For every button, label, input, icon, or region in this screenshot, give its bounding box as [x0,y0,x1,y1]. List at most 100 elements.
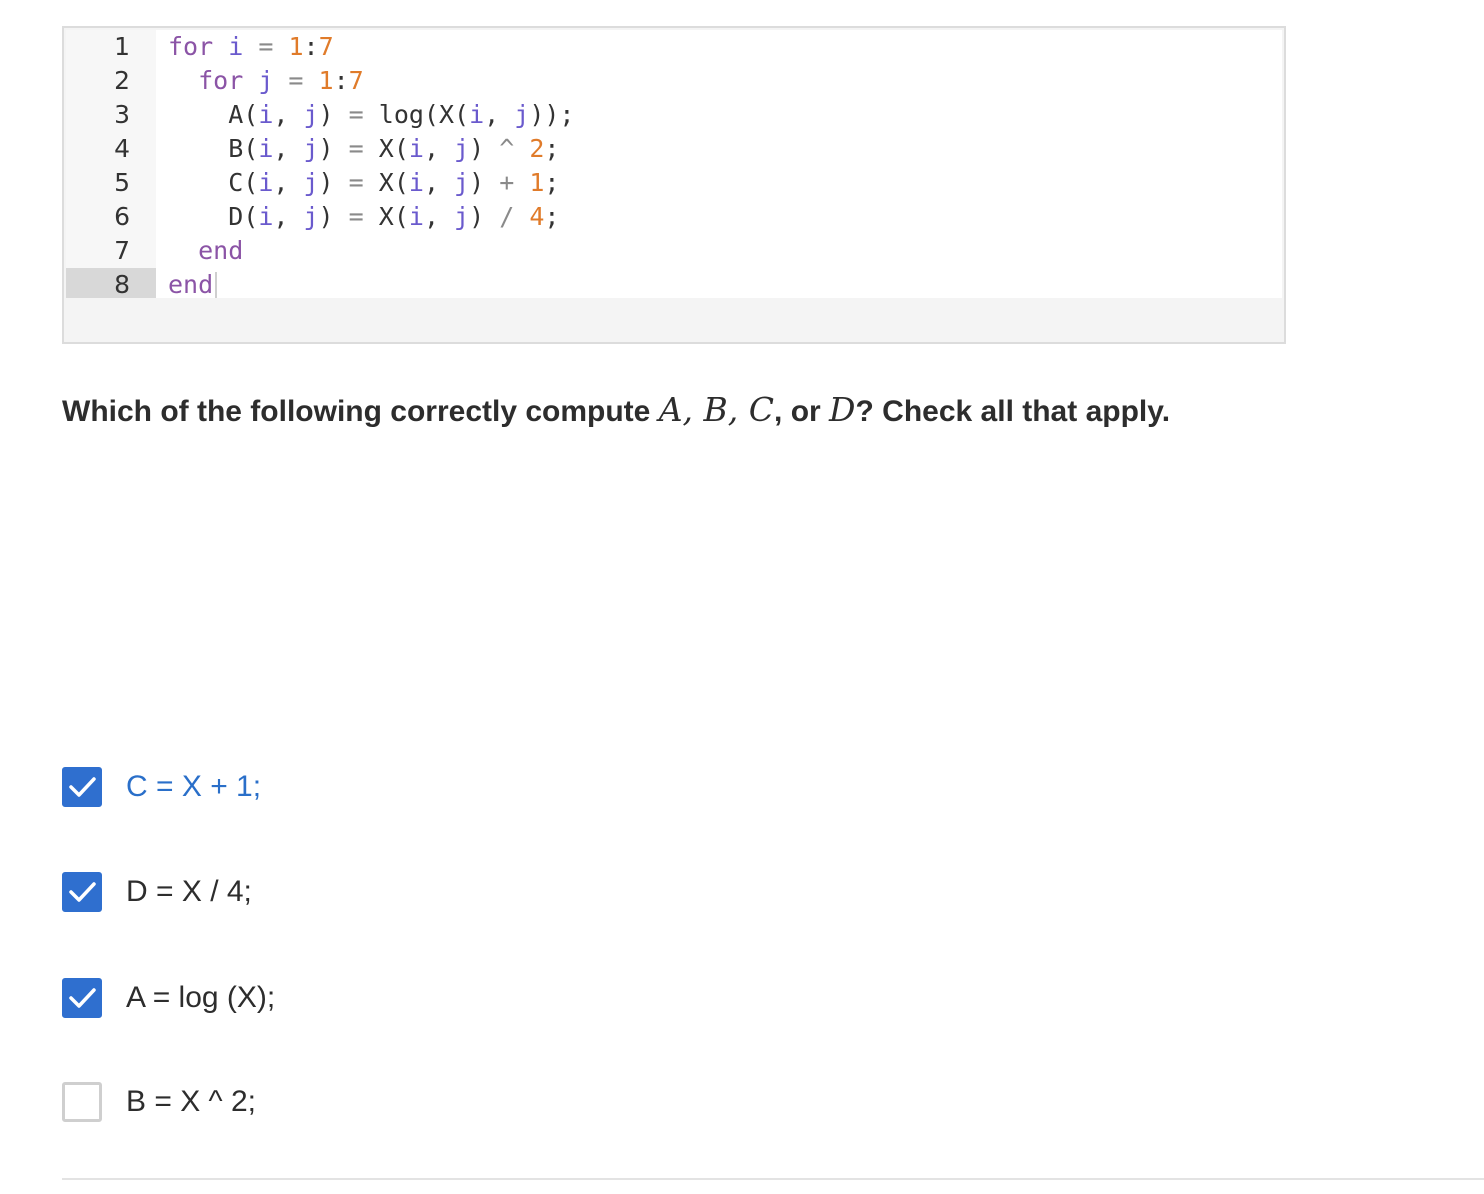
code-token: : [333,66,349,95]
answer-option-b[interactable]: B = X ^ 2; [62,1082,662,1124]
code-text[interactable]: for j = 1:7 [168,64,364,98]
answer-option-c[interactable]: C = X + 1; [62,767,662,809]
code-text[interactable]: C(i, j) = X(i, j) + 1; [168,166,559,200]
code-token: ; [544,168,560,197]
code-token: , [273,100,304,129]
option-label[interactable]: D = X / 4; [126,872,252,912]
math-sep: , [682,390,704,429]
line-number: 1 [114,32,130,61]
code-text[interactable]: end [168,268,218,298]
code-token: i [469,100,485,129]
checkmark-icon [69,777,96,797]
code-text[interactable]: for i = 1:7 [168,30,334,64]
line-number: 7 [114,236,130,265]
code-token: 1 [318,66,334,95]
code-token: = [348,168,364,197]
code-token: = [348,134,364,163]
code-token: j [303,100,319,129]
code-token: )); [529,100,575,129]
code-token: = [258,32,274,61]
code-token: 7 [348,66,364,95]
code-token: = [348,202,364,231]
code-token: + [499,168,515,197]
math-var-b: B [703,390,728,429]
code-token: i [258,100,274,129]
text-cursor [215,272,218,298]
code-token: i [408,134,424,163]
code-text[interactable]: A(i, j) = log(X(i, j)); [168,98,574,132]
checkmark-icon [69,988,96,1008]
code-token: : [303,32,319,61]
code-line[interactable]: 7 end [66,234,1282,268]
line-number: 8 [114,270,130,298]
checkbox-checked[interactable] [62,872,102,912]
code-token: , [273,168,304,197]
question-or: , or [774,395,830,428]
answer-option-a[interactable]: A = log (X); [62,978,662,1020]
code-token: , [423,134,455,163]
code-line[interactable]: 3 A(i, j) = log(X(i, j)); [66,98,1282,132]
code-token: for [168,32,214,61]
code-token: ; [544,202,560,231]
code-token: X( [363,134,409,163]
code-token: end [168,236,244,265]
code-line[interactable]: 6 D(i, j) = X(i, j) / 4; [66,200,1282,234]
code-token: end [168,270,214,298]
option-label[interactable]: C = X + 1; [126,767,261,807]
code-editor[interactable]: 1 for i = 1:7 2 for j = 1:7 3 A(i, j) = … [62,26,1286,344]
code-token: for [168,66,244,95]
line-number: 2 [114,66,130,95]
code-token: i [258,202,274,231]
code-token: ) [469,202,500,231]
line-number: 6 [114,202,130,231]
code-area[interactable]: 1 for i = 1:7 2 for j = 1:7 3 A(i, j) = … [66,30,1282,298]
math-var-a: A [658,390,683,429]
code-line[interactable]: 2 for j = 1:7 [66,64,1282,98]
checkmark-icon [69,882,96,902]
code-token: j [514,100,530,129]
code-token: ) [318,168,349,197]
math-var-d: D [829,390,856,429]
answer-option-d[interactable]: D = X / 4; [62,872,662,914]
code-token: , [273,202,304,231]
question-prompt: Which of the following correctly compute… [62,390,1362,429]
question-prefix: Which of the following correctly compute [62,395,659,428]
code-token: 1 [529,168,545,197]
checkbox-checked[interactable] [62,978,102,1018]
code-text[interactable]: D(i, j) = X(i, j) / 4; [168,200,559,234]
line-number: 3 [114,100,130,129]
code-line[interactable]: 5 C(i, j) = X(i, j) + 1; [66,166,1282,200]
code-token: C( [168,168,259,197]
code-token: i [408,168,424,197]
code-token: 2 [529,134,545,163]
code-token: j [303,202,319,231]
code-text[interactable]: B(i, j) = X(i, j) ^ 2; [168,132,559,166]
code-token: ^ [499,134,515,163]
code-token: ) [469,168,500,197]
code-line[interactable]: 1 for i = 1:7 [66,30,1282,64]
code-token: X( [363,168,409,197]
code-token: X( [363,202,409,231]
option-label[interactable]: B = X ^ 2; [126,1082,256,1122]
code-line[interactable]: 4 B(i, j) = X(i, j) ^ 2; [66,132,1282,166]
code-token: j [303,168,319,197]
checkbox-checked[interactable] [62,767,102,807]
code-line-active[interactable]: 8 end [66,268,1282,298]
checkbox-unchecked[interactable] [62,1082,102,1122]
option-label[interactable]: A = log (X); [126,978,275,1018]
code-token: = [288,66,304,95]
code-token: j [243,66,289,95]
code-token: ; [544,134,560,163]
code-token: A( [168,100,259,129]
math-sep: , [727,390,749,429]
code-token: 1 [288,32,304,61]
code-token: ) [318,134,349,163]
code-token: = [348,100,364,129]
code-text[interactable]: end [168,234,243,268]
code-token: , [423,168,455,197]
code-token: i [213,32,259,61]
code-token: ) [469,134,500,163]
